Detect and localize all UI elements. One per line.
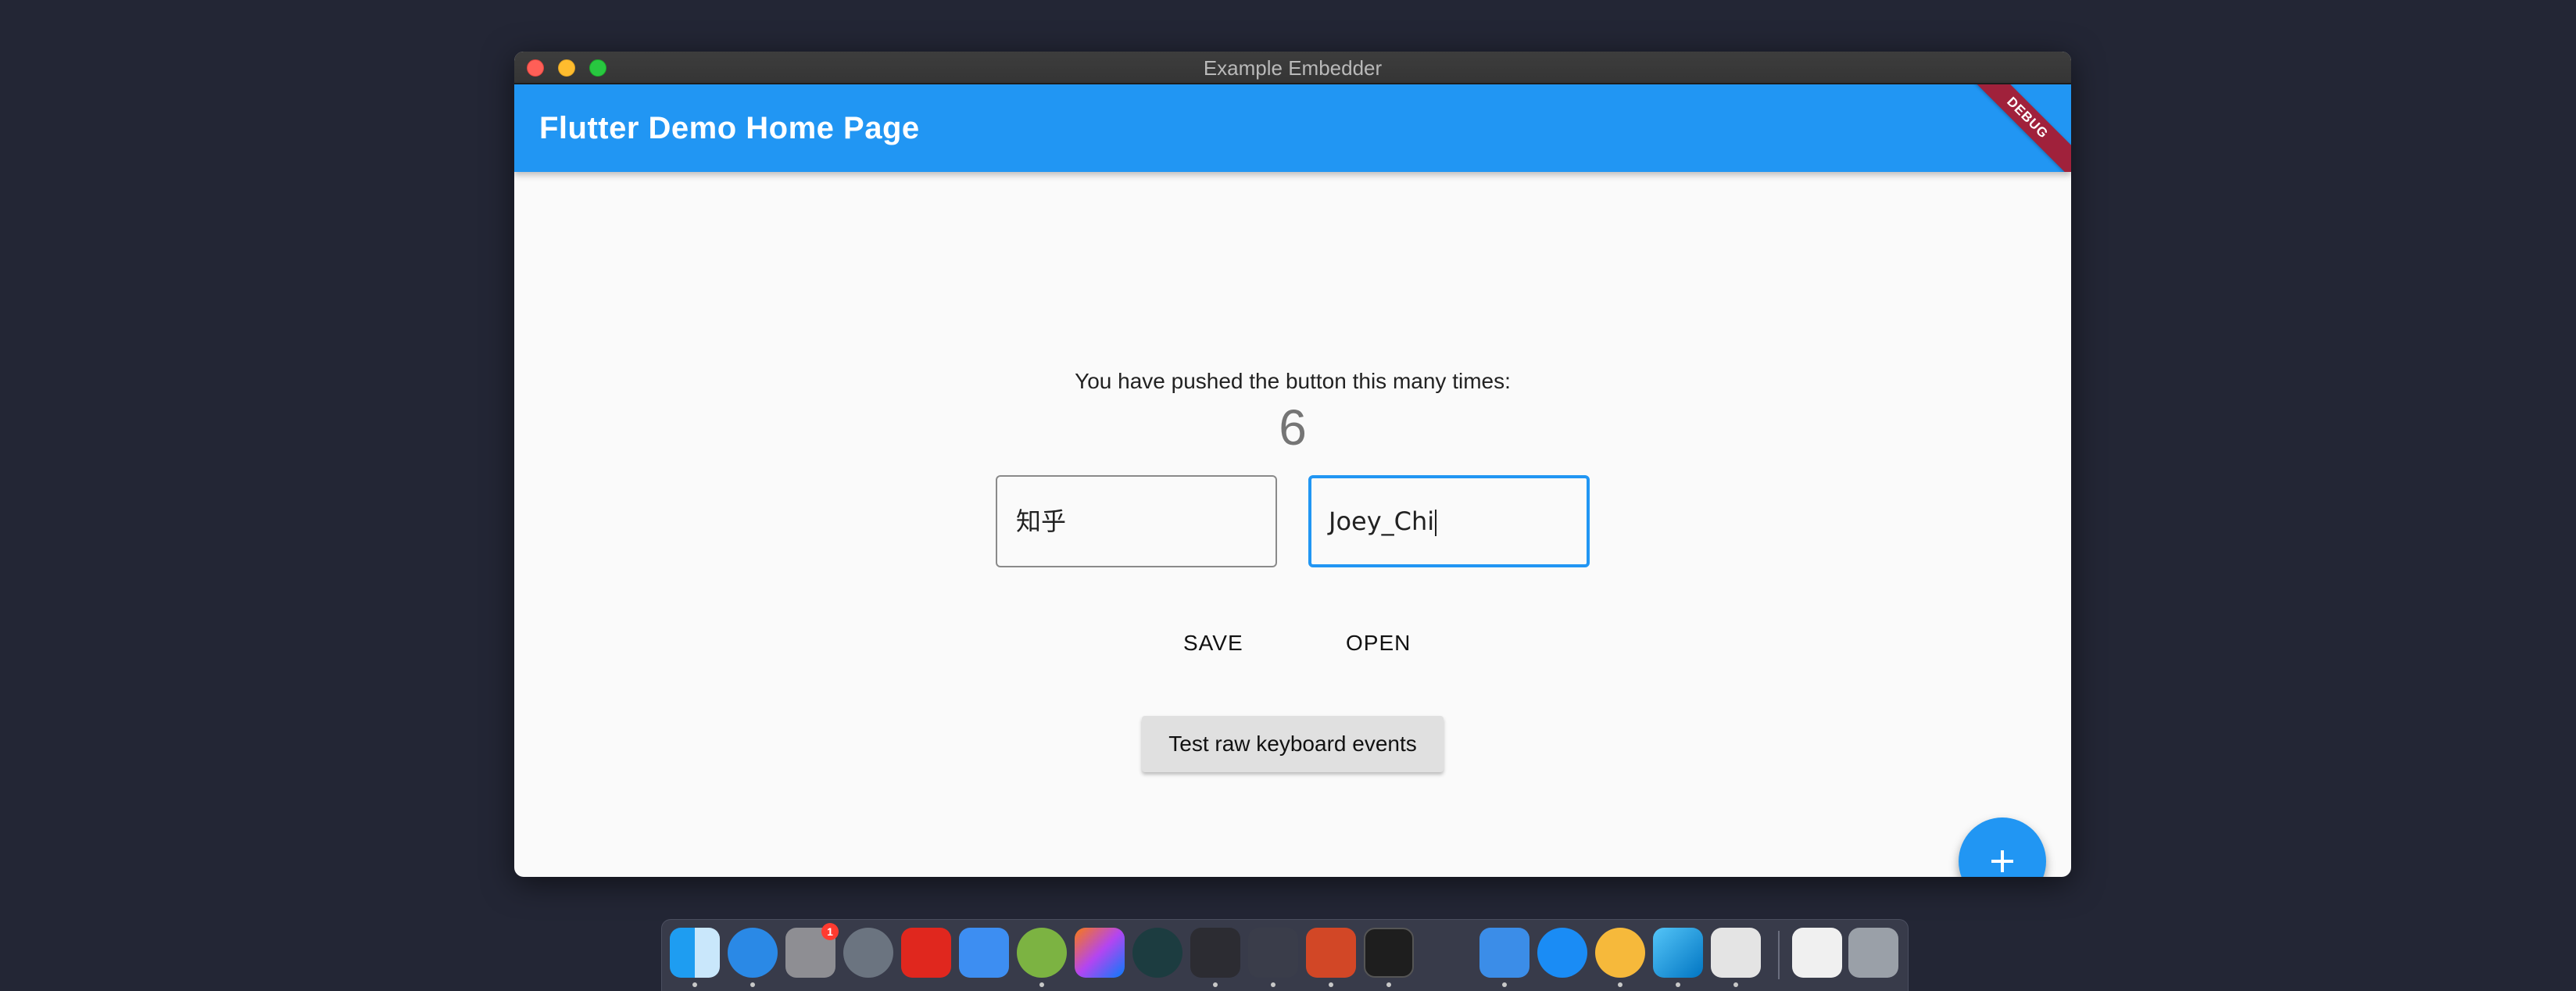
netease-music-icon[interactable] xyxy=(901,928,951,978)
app-window: Example Embedder Flutter Demo Home Page … xyxy=(514,52,2071,877)
textedit-icon[interactable] xyxy=(1711,928,1761,978)
window-title: Example Embedder xyxy=(514,52,2071,84)
dock-running-dot xyxy=(1386,982,1391,987)
powerpoint-icon[interactable] xyxy=(1306,928,1356,978)
sketch-icon[interactable] xyxy=(1595,928,1645,978)
page-title: Flutter Demo Home Page xyxy=(539,84,920,172)
increment-fab[interactable] xyxy=(1959,817,2046,877)
xcode-icon[interactable] xyxy=(1479,928,1530,978)
dock-running-dot xyxy=(1502,982,1507,987)
save-button[interactable]: SAVE xyxy=(1165,616,1262,671)
system-preferences-icon[interactable]: 1 xyxy=(785,928,835,978)
android-studio-icon[interactable] xyxy=(1017,928,1067,978)
dock-running-dot xyxy=(1618,982,1623,987)
qq-browser-icon[interactable] xyxy=(728,928,778,978)
flutter-icon[interactable] xyxy=(1653,928,1703,978)
test-raw-keyboard-button[interactable]: Test raw keyboard events xyxy=(1142,716,1444,772)
console-icon[interactable] xyxy=(1248,928,1298,978)
debug-banner: DEBUG xyxy=(1959,84,2071,172)
lark-icon[interactable] xyxy=(959,928,1009,978)
finder-icon[interactable] xyxy=(670,928,720,978)
archive-icon[interactable] xyxy=(1792,928,1842,978)
open-button[interactable]: OPEN xyxy=(1327,616,1429,671)
main-content: You have pushed the button this many tim… xyxy=(514,172,2071,877)
git-kraken-icon[interactable] xyxy=(1132,928,1182,978)
intellij-icon[interactable] xyxy=(1075,928,1125,978)
dock-running-dot xyxy=(1733,982,1738,987)
text-field-left[interactable]: 知乎 xyxy=(996,475,1277,567)
notification-badge: 1 xyxy=(821,923,839,940)
text-caret xyxy=(1435,510,1436,536)
text-field-left-value: 知乎 xyxy=(1016,506,1066,536)
text-field-right[interactable]: Joey_Chi xyxy=(1308,475,1590,567)
text-field-right-value: Joey_Chi xyxy=(1329,506,1434,536)
plus-icon-vertical xyxy=(2001,850,2004,872)
qq-icon[interactable] xyxy=(1422,928,1472,978)
title-bar[interactable]: Example Embedder xyxy=(514,52,2071,84)
counter-value: 6 xyxy=(514,399,2071,456)
vscode-icon[interactable] xyxy=(1190,928,1240,978)
counter-label: You have pushed the button this many tim… xyxy=(514,369,2071,394)
terminal-icon[interactable] xyxy=(1364,928,1414,978)
dock-running-dot xyxy=(692,982,697,987)
dock-running-dot xyxy=(1676,982,1680,987)
dock-running-dot xyxy=(1039,982,1044,987)
dock: 1 xyxy=(661,919,1909,991)
launchpad-icon[interactable] xyxy=(843,928,893,978)
app-bar: Flutter Demo Home Page DEBUG xyxy=(514,84,2071,172)
dock-running-dot xyxy=(750,982,755,987)
trash-icon[interactable] xyxy=(1848,928,1898,978)
dock-separator xyxy=(1778,931,1780,979)
dock-running-dot xyxy=(1213,982,1218,987)
dock-running-dot xyxy=(1271,982,1275,987)
app-store-icon[interactable] xyxy=(1537,928,1587,978)
dock-running-dot xyxy=(1329,982,1333,987)
